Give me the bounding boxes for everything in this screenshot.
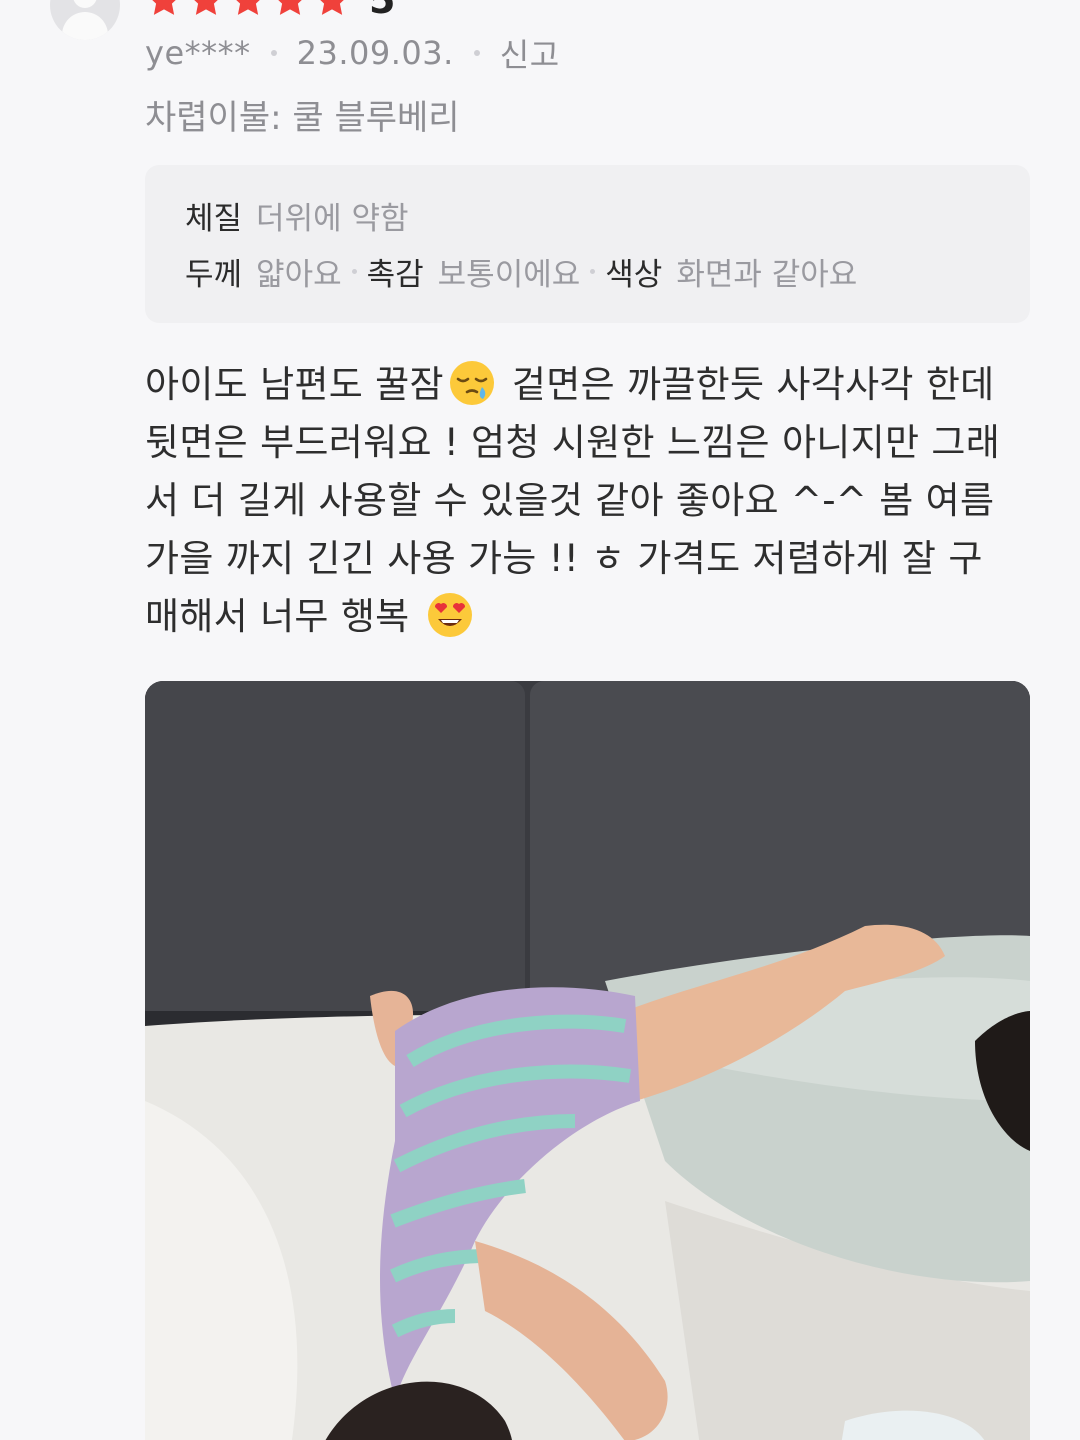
star-icon xyxy=(194,0,218,15)
attribute-value: 보통이에요 xyxy=(437,257,581,293)
report-button[interactable]: 신고 xyxy=(500,30,560,76)
separator-dot xyxy=(590,269,596,274)
star-icon xyxy=(236,0,260,15)
review-attributes-box: 체질 더위에 약함 두께 얇아요 촉감 보통이에요 색상 화면과 같아요 xyxy=(145,165,1030,323)
rating-score: 5 xyxy=(369,0,396,22)
avatar-body-icon xyxy=(62,12,108,40)
attribute-key: 두께 xyxy=(185,257,243,293)
attribute-key: 색상 xyxy=(605,257,663,293)
separator-dot xyxy=(270,50,277,56)
attribute-value: 화면과 같아요 xyxy=(676,257,858,293)
attribute-value: 더위에 약함 xyxy=(256,201,409,237)
star-icon xyxy=(278,0,302,15)
review-page: 5 ye**** 23.09.03. 신고 차렵이불: 쿨 블루베리 체질 더위… xyxy=(0,0,1080,1440)
user-avatar[interactable] xyxy=(50,0,120,40)
avatar-head-icon xyxy=(73,0,97,8)
attribute-value: 얇아요 xyxy=(256,257,342,293)
review-text-part: 아이도 남편도 꿀잠 xyxy=(145,363,444,406)
separator-dot xyxy=(351,269,357,274)
review-meta: ye**** 23.09.03. 신고 xyxy=(145,30,560,76)
review-photo[interactable] xyxy=(145,681,1030,1440)
purchased-option: 차렵이불: 쿨 블루베리 xyxy=(145,98,460,138)
child-sleeping-photo-illustration xyxy=(145,681,1030,1440)
attribute-key: 촉감 xyxy=(366,257,424,293)
star-rating: 5 xyxy=(145,0,395,22)
attribute-row: 체질 더위에 약함 xyxy=(185,193,409,238)
review-text: 아이도 남편도 꿀잠 겉면은 까끌한듯 사각사각 한데 뒷면은 부드러워요 ! … xyxy=(145,356,1035,646)
heart-eyes-emoji-icon xyxy=(427,593,472,637)
review-date: 23.09.03. xyxy=(296,34,454,72)
reviewer-name: ye**** xyxy=(145,34,251,72)
star-icon xyxy=(320,0,344,15)
sleepy-face-emoji-icon xyxy=(449,361,494,405)
separator-dot xyxy=(473,50,480,56)
star-icon xyxy=(152,0,176,15)
attribute-key: 체질 xyxy=(185,201,243,237)
attribute-row: 두께 얇아요 촉감 보통이에요 색상 화면과 같아요 xyxy=(185,249,857,294)
